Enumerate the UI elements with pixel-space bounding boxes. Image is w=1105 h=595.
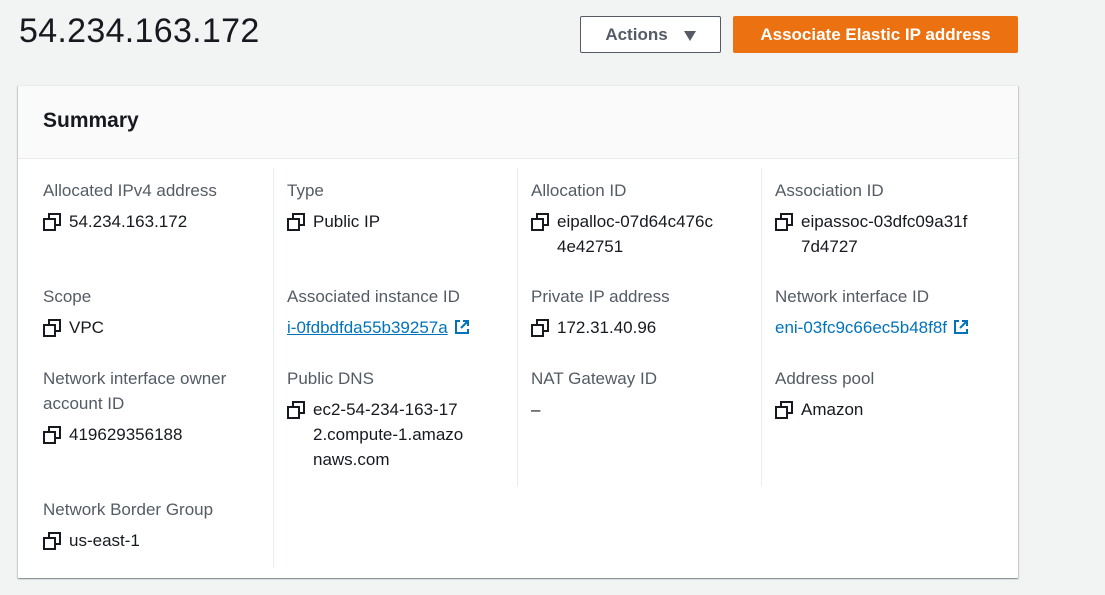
field-label: NAT Gateway ID <box>531 369 657 388</box>
caret-down-icon <box>683 30 696 41</box>
copy-icon[interactable] <box>531 213 549 231</box>
external-link-icon[interactable] <box>454 319 470 335</box>
field-value: 419629356188 <box>69 425 183 444</box>
field-value: – <box>531 400 541 419</box>
field-value: Amazon <box>801 400 864 419</box>
summary-title: Summary <box>43 109 139 132</box>
copy-icon[interactable] <box>43 319 61 337</box>
column-divider <box>517 168 518 486</box>
field-value: us-east-1 <box>69 531 140 550</box>
field-address-pool: Address pool Amazon <box>775 366 990 422</box>
field-label: Private IP address <box>531 287 670 306</box>
field-scope: Scope VPC <box>43 284 258 340</box>
field-label: Address pool <box>775 369 875 388</box>
page-title: 54.234.163.172 <box>19 12 260 50</box>
copy-icon[interactable] <box>43 213 61 231</box>
field-value: eipassoc-03dfc09a31f7d4727 <box>801 212 968 256</box>
instance-id-link[interactable]: i-0fdbdfda55b39257a <box>287 315 448 340</box>
field-allocated-ipv4: Allocated IPv4 address 54.234.163.172 <box>43 178 258 234</box>
copy-icon[interactable] <box>531 319 549 337</box>
summary-panel: Summary Allocated IPv4 address 54.234.16… <box>18 85 1018 578</box>
field-value: VPC <box>69 318 104 337</box>
associate-elastic-ip-button[interactable]: Associate Elastic IP address <box>733 16 1018 53</box>
field-label: Allocation ID <box>531 181 627 200</box>
field-label: Association ID <box>775 181 884 200</box>
field-network-interface-owner: Network interface owner account ID 41962… <box>43 366 258 447</box>
field-label: Scope <box>43 287 92 306</box>
summary-header <box>18 86 1018 159</box>
copy-icon[interactable] <box>43 532 61 550</box>
field-private-ip: Private IP address 172.31.40.96 <box>531 284 746 340</box>
field-label: Allocated IPv4 address <box>43 181 217 200</box>
field-label: Public DNS <box>287 369 374 388</box>
field-association-id: Association ID eipassoc-03dfc09a31f7d472… <box>775 178 975 259</box>
field-associated-instance-id: Associated instance ID i-0fdbdfda55b3925… <box>287 284 512 340</box>
copy-icon[interactable] <box>775 401 793 419</box>
field-label: Network interface owner account ID <box>43 369 227 413</box>
copy-icon[interactable] <box>287 213 305 231</box>
field-value: ec2-54-234-163-172.compute-1.amazonaws.c… <box>313 400 464 469</box>
field-nat-gateway-id: NAT Gateway ID – <box>531 366 746 422</box>
field-network-interface-id: Network interface ID eni-03fc9c66ec5b48f… <box>775 284 1005 340</box>
field-value: 54.234.163.172 <box>69 212 188 231</box>
field-allocation-id: Allocation ID eipalloc-07d64c476c4e42751 <box>531 178 721 259</box>
copy-icon[interactable] <box>775 213 793 231</box>
field-value: 172.31.40.96 <box>557 318 657 337</box>
network-interface-id-link[interactable]: eni-03fc9c66ec5b48f8f <box>775 315 947 340</box>
field-label: Associated instance ID <box>287 287 460 306</box>
field-label: Network Border Group <box>43 500 214 519</box>
field-network-border-group: Network Border Group us-east-1 <box>43 497 258 553</box>
field-public-dns: Public DNS ec2-54-234-163-172.compute-1.… <box>287 366 467 472</box>
copy-icon[interactable] <box>287 401 305 419</box>
field-label: Network interface ID <box>775 287 929 306</box>
column-divider <box>273 168 274 568</box>
field-label: Type <box>287 181 324 200</box>
field-value: eipalloc-07d64c476c4e42751 <box>557 212 713 256</box>
copy-icon[interactable] <box>43 426 61 444</box>
external-link-icon[interactable] <box>953 319 969 335</box>
actions-dropdown-button[interactable]: Actions <box>580 16 721 53</box>
actions-label: Actions <box>605 24 668 44</box>
field-value: Public IP <box>313 212 381 231</box>
column-divider <box>761 168 762 486</box>
field-type: Type Public IP <box>287 178 502 234</box>
